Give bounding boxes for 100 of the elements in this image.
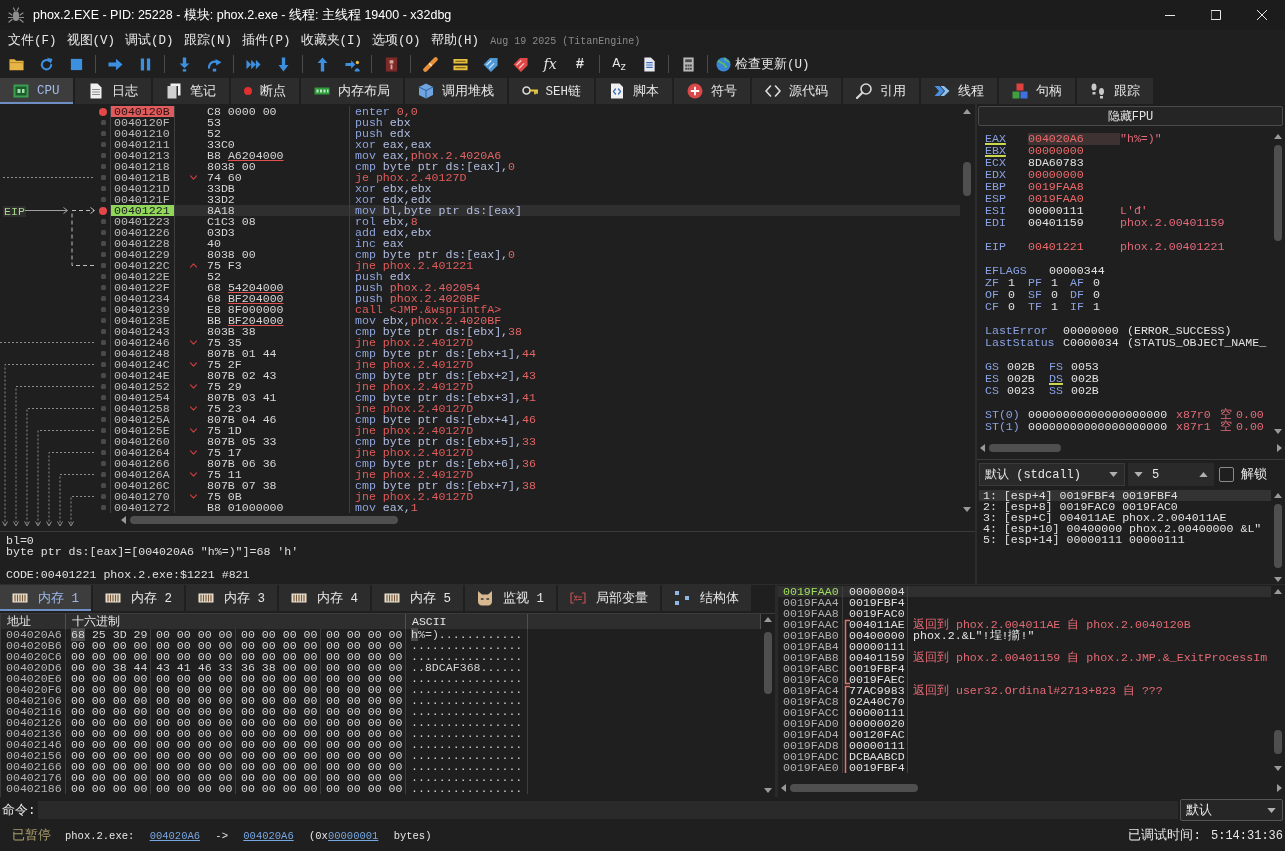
register-value[interactable]: 002B [1071,385,1099,397]
scrollbar-thumb[interactable] [1274,145,1282,241]
menu-item[interactable]: 调试(D) [120,32,179,50]
flag-value[interactable]: 1 [1093,301,1100,313]
check-updates-button[interactable]: 检查更新(U) [712,52,814,76]
register-value[interactable]: C0000034 [1063,337,1127,349]
register-value[interactable]: 00000000000000000000 [1028,421,1176,433]
tab[interactable]: 内存 3 [186,585,278,611]
flag-value[interactable]: 1 [1051,301,1058,313]
scrollbar-thumb[interactable] [989,444,1061,452]
register-value[interactable]: 00000000000000000000 [1028,409,1176,421]
scroll-down-icon[interactable] [1274,577,1282,582]
address-link[interactable]: 004020A6 [149,829,201,842]
tab[interactable]: 源代码 [752,78,842,104]
scroll-right-icon[interactable] [1277,784,1282,792]
scroll-up-icon[interactable] [764,617,772,622]
scroll-down-icon[interactable] [1274,429,1282,434]
argument-text[interactable]: 3: [esp+C] 004011AE phox.2.004011AE [979,512,1271,523]
argument-text[interactable]: 1: [esp+4] 0019FBF4 0019FBF4 [979,490,1271,501]
scrollbar-thumb[interactable] [130,516,398,524]
address-link[interactable]: 00000001 [327,829,379,842]
checkbox-icon[interactable] [1219,467,1234,482]
command-mode-dropdown[interactable]: 默认 [1180,799,1283,821]
tab[interactable]: 断点 [230,78,299,104]
tab[interactable]: 句柄 [999,78,1076,104]
caret-up-icon[interactable] [1199,472,1208,477]
register-value[interactable]: 004020A6 [1028,133,1120,145]
register-value[interactable]: 0023 [1007,385,1035,397]
register-value[interactable]: 00000000 [1028,145,1120,157]
scroll-left-icon[interactable] [980,444,985,452]
register-value[interactable]: 002B [1007,373,1035,385]
tab[interactable]: CPU [0,78,73,104]
tab[interactable]: 监视 1 [465,585,557,611]
scroll-up-icon[interactable] [963,109,971,114]
tab[interactable]: 跟踪 [1077,78,1154,104]
tab[interactable]: 内存 5 [372,585,464,611]
scroll-down-icon[interactable] [764,788,772,793]
address-link[interactable]: 004020A6 [243,829,294,842]
menu-item[interactable]: 文件(F) [3,32,62,50]
flag-value[interactable]: 0 [1008,289,1015,301]
tab[interactable]: 内存 1 [0,585,91,611]
flag-value[interactable]: 1 [1051,277,1058,289]
caret-down-icon[interactable] [1134,472,1143,477]
register-value[interactable]: 00000111 [1028,205,1120,217]
tab[interactable]: 调用堆栈 [404,78,507,104]
tab[interactable]: 笔记 [152,78,229,104]
register-value[interactable]: 00401221 [1028,241,1120,253]
tab[interactable]: 脚本 [596,78,673,104]
scrollbar-thumb[interactable] [1274,730,1282,754]
menu-item[interactable]: 选项(O) [367,32,426,50]
tab[interactable]: 引用 [843,78,920,104]
register-value[interactable]: 00000000 [1063,325,1127,337]
flag-value[interactable]: 0 [1093,289,1100,301]
tab[interactable]: 日志 [74,78,151,104]
scroll-up-icon[interactable] [1274,589,1282,594]
register-value[interactable]: 002B [1007,361,1035,373]
menu-item[interactable]: 跟踪(N) [178,32,238,50]
flag-value[interactable]: 0 [1008,301,1015,313]
scroll-right-icon[interactable] [1277,444,1282,452]
breakpoint-icon[interactable] [99,107,107,116]
argument-text[interactable]: 2: [esp+8] 0019FAC0 0019FAC0 [979,501,1271,512]
register-value[interactable]: 8DA60783 [1028,157,1120,169]
toolbar-button[interactable]: A$_{z}$ [604,52,634,76]
register-value[interactable]: 0019FAA0 [1028,193,1120,205]
register-value[interactable]: 00401159 [1028,217,1120,229]
toolbar-button[interactable]: fx [535,52,565,76]
flag-value[interactable]: 0 [1093,277,1100,289]
register-value[interactable]: 00000000 [1028,169,1120,181]
calling-convention-dropdown[interactable]: 默认 (stdcall) [979,463,1125,486]
toolbar-button[interactable]: # [565,52,595,76]
register-value[interactable]: 0053 [1071,361,1099,373]
tab[interactable]: 内存布局 [300,78,403,104]
tab[interactable]: 线程 [921,78,998,104]
tab[interactable]: 内存 4 [279,585,371,611]
scrollbar-thumb[interactable] [790,784,918,792]
argument-text[interactable]: 4: [esp+10] 00400000 phox.2.00400000 &L" [979,523,1271,534]
unlock-checkbox[interactable]: 解锁 [1219,466,1267,483]
register-value[interactable]: 00000344 [1049,265,1105,277]
scroll-up-icon[interactable] [1274,134,1282,139]
scrollbar-thumb[interactable] [963,162,971,196]
menu-item[interactable]: 帮助(H) [425,32,485,50]
scroll-down-icon[interactable] [963,507,971,512]
register-value[interactable]: 0019FAA8 [1028,181,1120,193]
menu-item[interactable]: 收藏夹(I) [295,32,368,50]
tab[interactable]: SEH链 [508,78,595,104]
register-value[interactable]: 002B [1071,373,1099,385]
tab[interactable]: 结构体 [662,585,752,611]
scroll-left-icon[interactable] [781,784,786,792]
flag-value[interactable]: 1 [1008,277,1015,289]
scrollbar-thumb[interactable] [764,632,772,694]
column-header[interactable]: 地址 [1,614,66,629]
menu-item[interactable]: 视图(V) [61,32,121,50]
scroll-left-icon[interactable] [121,516,126,524]
scroll-down-icon[interactable] [1274,766,1282,771]
argument-text[interactable]: 5: [esp+14] 00000111 00000111 [979,534,1271,545]
menu-item[interactable]: 插件(P) [237,32,296,50]
tab[interactable]: 内存 2 [93,585,185,611]
scroll-up-icon[interactable] [1274,493,1282,498]
hide-fpu-button[interactable]: 隐藏FPU [978,106,1283,126]
tab[interactable]: 局部变量 [558,585,661,611]
